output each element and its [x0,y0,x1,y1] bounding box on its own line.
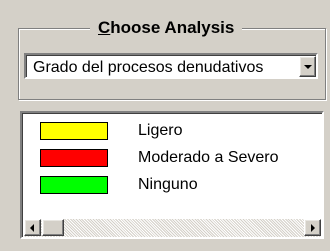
legend-list[interactable]: Ligero Moderado a Severo Ninguno [20,111,324,239]
scroll-right-button[interactable] [304,219,321,236]
dropdown-button[interactable] [299,56,316,77]
choose-analysis-title: Choose Analysis [90,17,243,39]
scroll-left-button[interactable] [24,219,41,236]
horizontal-scrollbar[interactable] [24,219,321,237]
legend-label: Ligero [138,122,183,139]
legend-item-ligero: Ligero [23,120,313,142]
legend-item-moderado-a-severo: Moderado a Severo [23,147,313,169]
arrow-right-icon [311,224,315,232]
legend-label: Moderado a Severo [138,149,279,166]
legend-swatch [40,122,108,140]
legend-item-ninguno: Ninguno [23,174,313,196]
title-text: hoose Analysis [110,18,235,37]
arrow-left-icon [30,224,34,232]
scrollbar-thumb[interactable] [42,219,64,236]
title-access-key: C [98,18,111,37]
analysis-panel: Choose Analysis Grado del procesos denud… [0,0,330,251]
analysis-dropdown-value: Grado del procesos denudativos [33,59,264,76]
legend-swatch [40,149,108,167]
legend-swatch [40,176,108,194]
chevron-down-icon [304,65,312,69]
legend-label: Ninguno [138,176,198,193]
analysis-dropdown[interactable]: Grado del procesos denudativos [24,53,318,79]
